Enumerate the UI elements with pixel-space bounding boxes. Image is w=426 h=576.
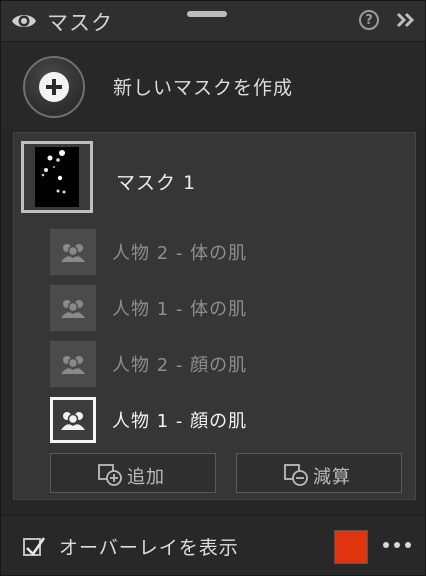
add-mask-button[interactable] [23, 56, 85, 118]
masking-panel: マスク ? 新しいマスクを作成 マスク 1 人物 2 - 体の肌 人物 1 - … [0, 0, 426, 576]
mask-component-label: 人物 2 - 顔の肌 [112, 355, 248, 376]
add-icon [39, 72, 69, 102]
mask-component-label: 人物 1 - 体の肌 [112, 299, 248, 320]
mask-component-item-selected[interactable]: 人物 1 - 顔の肌 [50, 397, 410, 443]
mask-component-item[interactable]: 人物 1 - 体の肌 [50, 285, 410, 331]
people-icon-box [50, 397, 96, 443]
people-icon [61, 300, 85, 318]
subtract-mask-icon [284, 464, 308, 486]
add-to-mask-label: 追加 [127, 467, 165, 488]
people-icon [61, 412, 85, 430]
mask-component-item[interactable]: 人物 2 - 体の肌 [50, 229, 410, 275]
mask-component-label: 人物 2 - 体の肌 [112, 243, 248, 264]
add-mask-icon [98, 464, 122, 486]
panel-title: マスク [47, 11, 113, 35]
mask-preview-image [35, 147, 79, 207]
mask-component-item[interactable]: 人物 2 - 顔の肌 [50, 341, 410, 387]
mask-thumbnail[interactable] [21, 141, 93, 213]
people-icon-box [50, 229, 96, 275]
add-to-mask-button[interactable]: 追加 [50, 453, 216, 493]
people-icon [61, 356, 85, 374]
panel-footer: オーバーレイを表示 [1, 515, 425, 575]
overlay-label[interactable]: オーバーレイを表示 [59, 533, 239, 560]
new-mask-label[interactable]: 新しいマスクを作成 [113, 73, 293, 100]
overlay-color-swatch[interactable] [334, 530, 368, 564]
more-icon[interactable] [383, 538, 411, 548]
people-icon [61, 244, 85, 262]
help-icon[interactable]: ? [359, 10, 379, 30]
mask-component-label: 人物 1 - 顔の肌 [112, 411, 248, 432]
mask-name[interactable]: マスク 1 [116, 168, 196, 195]
eye-icon[interactable] [11, 10, 37, 32]
people-icon-box [50, 341, 96, 387]
subtract-from-mask-button[interactable]: 減算 [236, 453, 402, 493]
overlay-checkbox[interactable] [23, 537, 46, 557]
panel-header: マスク ? [1, 1, 425, 42]
subtract-from-mask-label: 減算 [313, 467, 351, 488]
checkmark-icon [26, 537, 46, 557]
new-mask-row: 新しいマスクを作成 [1, 42, 425, 130]
expand-icon[interactable] [395, 11, 415, 29]
people-icon-box [50, 285, 96, 331]
drag-handle[interactable] [187, 11, 227, 17]
mask-group: マスク 1 人物 2 - 体の肌 人物 1 - 体の肌 人物 2 - 顔の肌 人… [13, 132, 416, 500]
